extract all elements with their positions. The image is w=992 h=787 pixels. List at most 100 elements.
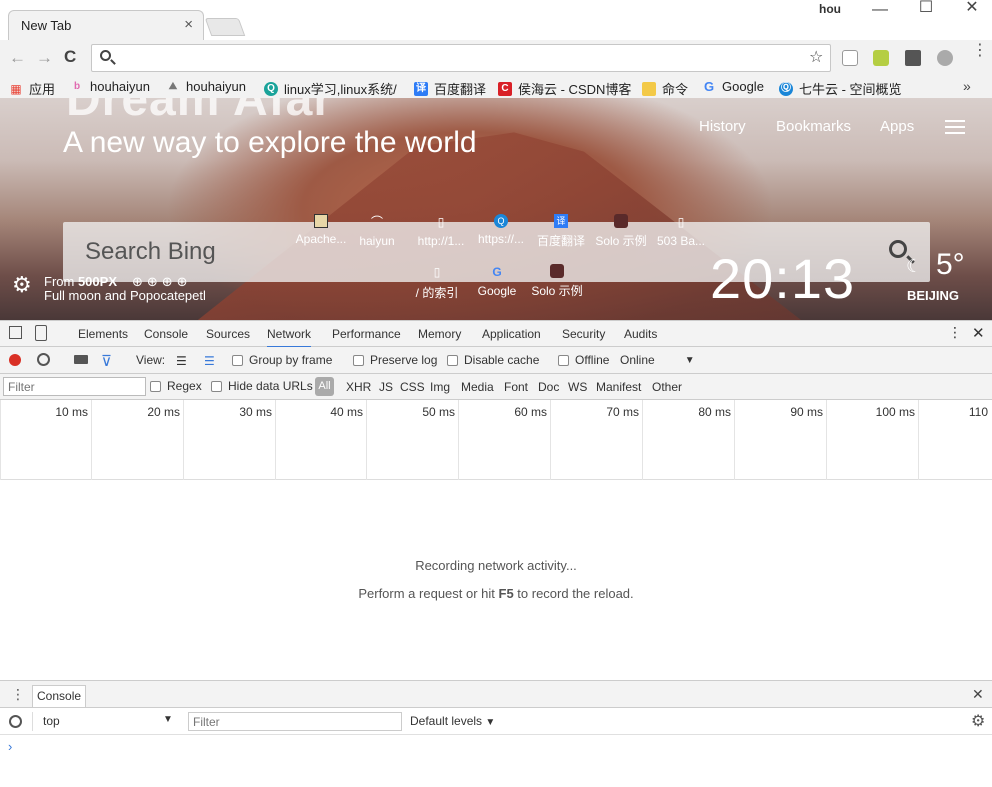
close-drawer-icon[interactable]: ✕ [972,686,984,703]
new-tab-button[interactable] [204,18,246,36]
tab-new-tab[interactable]: New Tab × [8,10,204,40]
tab-sources[interactable]: Sources [206,327,250,341]
nav-history[interactable]: History [699,118,746,135]
disable-cache-checkbox[interactable]: Disable cache [447,353,539,367]
close-devtools-icon[interactable]: ✕ [972,324,985,342]
capture-screenshots-icon[interactable] [74,355,88,364]
shortcut-tile[interactable]: ▯ 503 Ba... [646,214,716,248]
timeline-tick-label: 40 ms [330,405,363,419]
shortcut-tile[interactable]: Solo 示例 [522,264,592,299]
type-filter-font[interactable]: Font [504,380,528,394]
document-icon: ▯ [433,265,441,279]
overview-icon[interactable]: ☰ [204,354,215,368]
new-tab-hero: Dream Afar A new way to explore the worl… [0,98,992,320]
checkbox-icon [353,354,364,366]
tab-performance[interactable]: Performance [332,327,401,341]
photo-source[interactable]: From 500PX [44,274,117,289]
timeline-tick-label: 60 ms [514,405,547,419]
devtools-menu-icon[interactable]: ⋮ [948,324,962,341]
nav-apps[interactable]: Apps [880,118,914,135]
back-button[interactable]: ← [9,48,26,68]
timeline-tick-label: 100 ms [875,405,915,419]
tab-memory[interactable]: Memory [418,327,461,341]
photo-title: Full moon and Popocatepetl [44,288,206,303]
device-toolbar-icon[interactable] [35,325,47,341]
throttling-select[interactable]: Online ▼ [620,353,695,367]
hamburger-menu-icon[interactable] [945,120,965,134]
drawer-tab-console[interactable]: Console [32,685,87,707]
tab-elements[interactable]: Elements [78,327,128,341]
type-filter-all[interactable]: All [315,377,334,396]
extension-icon-1[interactable] [842,50,858,66]
type-filter-media[interactable]: Media [461,380,494,394]
type-filter-other[interactable]: Other [652,380,682,394]
drawer-menu-icon[interactable]: ⋮ [11,686,25,703]
type-filter-js[interactable]: JS [379,380,393,394]
record-icon[interactable] [9,354,21,366]
tab-close-icon[interactable]: × [184,16,193,33]
hint-prefix: Perform a request or hit [358,586,499,601]
bookmark-houhaiyun-1[interactable]: b houhaiyun [70,79,150,94]
extension-icon-2[interactable] [873,50,889,66]
console-settings-gear-icon[interactable]: ⚙ [971,711,985,731]
extension-icon-3[interactable] [905,50,921,66]
shortcut-label: Solo 示例 [531,284,583,298]
profile-button[interactable]: hou [819,2,841,16]
minimize-button[interactable]: — [857,2,903,18]
filter-input[interactable] [3,377,146,396]
bookmark-baidu-translate[interactable]: 译 百度翻译 [414,79,486,98]
filter-icon[interactable]: ⊽ [101,352,112,370]
bookmarks-bar: ▦ 应用 b houhaiyun ⛰ houhaiyun Q linux学习,l… [0,76,992,98]
preserve-log-checkbox[interactable]: Preserve log [353,353,437,367]
network-overview[interactable]: 10 ms 20 ms 30 ms 40 ms 50 ms 60 ms 70 m… [0,400,992,480]
network-filter-bar: Regex Hide data URLs All XHR JS CSS Img … [0,374,992,400]
close-window-button[interactable]: ✕ [949,0,992,16]
browser-menu-icon[interactable]: ⋮ [972,43,988,59]
hide-data-urls-checkbox[interactable]: Hide data URLs [211,379,313,393]
type-filter-img[interactable]: Img [430,380,450,394]
group-by-frame-checkbox[interactable]: Group by frame [232,353,332,367]
search-icon[interactable] [889,240,907,258]
bookmark-star-icon[interactable]: ☆ [809,47,823,67]
tab-network[interactable]: Network [267,327,312,348]
type-filter-xhr[interactable]: XHR [346,380,371,394]
console-prompt: › [8,739,13,754]
bookmark-apps[interactable]: ▦ 应用 [9,79,55,98]
levels-select[interactable]: Default levels ▼ [410,714,495,728]
bookmark-qiniu[interactable]: Ⓠ 七牛云 - 空间概览 [779,79,902,98]
clear-console-icon[interactable] [9,715,22,728]
nav-bookmarks[interactable]: Bookmarks [776,118,851,135]
type-filter-manifest[interactable]: Manifest [596,380,641,394]
address-bar[interactable] [91,44,831,72]
reload-button[interactable]: C [64,47,76,67]
console-output[interactable]: › [0,735,992,787]
console-filter-input[interactable] [188,712,402,731]
bookmark-label: 侯海云 - CSDN博客 [518,82,632,97]
address-input[interactable] [120,49,800,67]
inspect-element-icon[interactable] [9,326,22,339]
tab-application[interactable]: Application [482,327,541,341]
bookmark-linux[interactable]: Q linux学习,linux系统/ [264,79,397,98]
extension-icon-4[interactable] [937,50,953,66]
forward-button[interactable]: → [36,48,53,68]
settings-gear-icon[interactable]: ⚙ [12,272,32,298]
shortcut-tile[interactable]: ⌒ haiyun [342,214,412,248]
regex-checkbox[interactable]: Regex [150,379,202,393]
type-filter-ws[interactable]: WS [568,380,587,394]
large-rows-icon[interactable]: ☰ [176,354,187,368]
type-filter-css[interactable]: CSS [400,380,425,394]
offline-checkbox[interactable]: Offline [558,353,609,367]
bookmark-csdn[interactable]: C 侯海云 - CSDN博客 [498,79,631,98]
tab-audits[interactable]: Audits [624,327,657,341]
bookmarks-overflow-button[interactable]: » [963,78,971,94]
bookmark-commands[interactable]: ▬ 命令 [642,79,688,98]
maximize-button[interactable]: ☐ [903,0,949,16]
tab-security[interactable]: Security [562,327,605,341]
clear-icon[interactable] [37,353,50,366]
tab-console[interactable]: Console [144,327,188,341]
bookmark-houhaiyun-2[interactable]: ⛰ houhaiyun [166,79,246,94]
bookmark-favicon: Q [264,81,278,96]
bookmark-google[interactable]: G Google [702,79,764,94]
type-filter-doc[interactable]: Doc [538,380,559,394]
context-select[interactable]: top ▼ [32,712,176,731]
